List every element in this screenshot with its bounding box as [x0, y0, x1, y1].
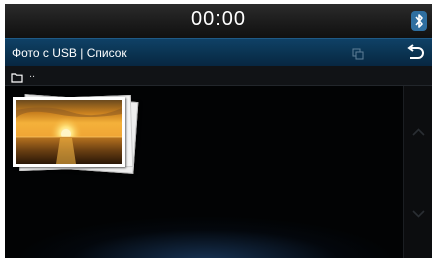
path-bar[interactable]: .. — [5, 66, 432, 86]
infotainment-screen: 00:00 Фото с USB | Список .. — [5, 4, 432, 258]
chevron-down-icon — [412, 210, 425, 218]
status-bar: 00:00 — [5, 4, 432, 38]
bluetooth-icon[interactable] — [410, 10, 428, 32]
path-label: .. — [29, 68, 36, 80]
folder-icon — [11, 70, 23, 83]
photo-list — [5, 86, 403, 258]
sunset-photo — [13, 97, 125, 167]
copy-icon[interactable] — [352, 47, 364, 60]
page-title: Фото с USB | Список — [12, 46, 127, 60]
scroll-up-button[interactable] — [404, 86, 432, 172]
back-button[interactable] — [403, 43, 427, 63]
photo-thumbnail-sunset[interactable] — [12, 94, 139, 174]
clock: 00:00 — [190, 8, 247, 30]
scroll-down-button[interactable] — [404, 172, 432, 258]
chevron-up-icon — [412, 128, 425, 136]
scrollbar[interactable] — [403, 86, 432, 258]
back-arrow-icon — [407, 44, 424, 59]
title-bar: Фото с USB | Список — [5, 38, 432, 68]
